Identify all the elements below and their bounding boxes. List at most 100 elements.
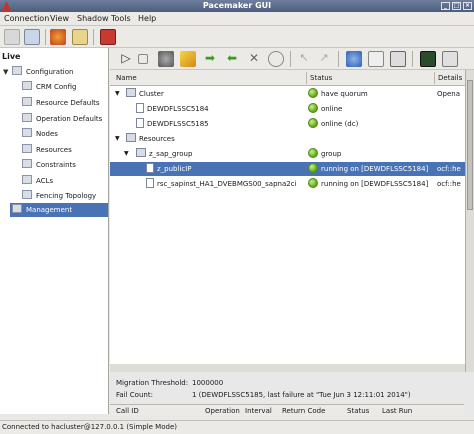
tree-header: Name Status Details: [110, 70, 465, 86]
sidebar: Live ▼ Configuration CRM Config Resource…: [0, 48, 109, 414]
column-call-id[interactable]: Call ID: [116, 407, 139, 415]
collapse-arrow-icon[interactable]: ▼: [3, 65, 8, 79]
acls-icon: [22, 175, 32, 184]
node-icon: [136, 118, 144, 128]
tree-row[interactable]: DEWDFLSSC5184 online: [110, 102, 465, 116]
menu-tools[interactable]: Tools: [111, 14, 131, 23]
migration-threshold-value: 1000000: [192, 379, 224, 387]
maximize-icon[interactable]: □: [452, 2, 461, 10]
column-interval[interactable]: Interval: [245, 407, 272, 415]
fencing-topology-icon: [22, 190, 32, 199]
xml-icon[interactable]: [420, 51, 436, 67]
connect-icon[interactable]: [4, 29, 20, 45]
refresh-icon[interactable]: [346, 51, 362, 67]
maintenance-icon[interactable]: ↖: [296, 51, 312, 67]
close-icon[interactable]: ×: [463, 2, 472, 10]
tree-row[interactable]: DEWDFLSSC5185 online (dc): [110, 117, 465, 131]
view-details-icon[interactable]: [390, 51, 406, 67]
status-bar: Connected to hacluster@127.0.0.1 (Simple…: [0, 420, 474, 434]
status-ok-icon: [308, 163, 318, 173]
sidebar-item-acls[interactable]: ACLs: [22, 174, 53, 188]
status-ok-icon: [308, 103, 318, 113]
disconnect-icon[interactable]: [24, 29, 40, 45]
expander-icon[interactable]: ▼: [115, 132, 120, 146]
sidebar-item-fencing-topology[interactable]: Fencing Topology: [22, 189, 96, 203]
column-status[interactable]: Status: [347, 407, 369, 415]
tree-row[interactable]: ▼ Cluster have quorum Opena: [110, 87, 465, 101]
status-ok-icon: [308, 148, 318, 158]
status-text: Connected to hacluster@127.0.0.1 (Simple…: [2, 423, 177, 431]
resource-defaults-icon: [22, 97, 32, 106]
column-details-header[interactable]: Details: [438, 74, 462, 82]
menu-view[interactable]: View: [50, 14, 69, 23]
edit-icon[interactable]: [72, 29, 88, 45]
tree-row[interactable]: ▼ Resources: [110, 132, 465, 146]
node-icon: [136, 103, 144, 113]
sidebar-item-nodes[interactable]: Nodes: [22, 127, 58, 141]
constraints-icon: [22, 159, 32, 168]
menu-bar: Connection View Shadow Tools Help: [0, 12, 474, 26]
fail-count-label: Fail Count:: [116, 391, 153, 399]
sidebar-item-management[interactable]: Management: [10, 203, 108, 217]
tree-row[interactable]: ▼ z_sap_group group: [110, 147, 465, 161]
edit-icon[interactable]: [442, 51, 458, 67]
expander-icon[interactable]: ▼: [124, 147, 129, 161]
sidebar-item-configuration[interactable]: ▼ Configuration: [3, 65, 73, 79]
sidebar-item-operation-defaults[interactable]: Operation Defaults: [22, 112, 102, 126]
resources-icon: [22, 144, 32, 153]
cluster-icon: [126, 88, 136, 97]
management-icon: [12, 204, 22, 213]
status-ok-icon: [308, 178, 318, 188]
resource-tree: Name Status Details ▼ Cluster have quoru…: [110, 70, 465, 372]
exit-icon[interactable]: [100, 29, 116, 45]
column-status-header[interactable]: Status: [310, 74, 332, 82]
group-icon: [136, 148, 146, 157]
sidebar-item-constraints[interactable]: Constraints: [22, 158, 76, 172]
menu-shadow[interactable]: Shadow: [77, 14, 109, 23]
minimize-icon[interactable]: _: [441, 2, 450, 10]
folder-icon: [126, 133, 136, 142]
standby-icon[interactable]: ↗: [316, 51, 332, 67]
status-ok-icon: [308, 88, 318, 98]
column-return-code[interactable]: Return Code: [282, 407, 325, 415]
migrate-icon[interactable]: [158, 51, 174, 67]
sidebar-item-resources[interactable]: Resources: [22, 143, 72, 157]
column-last-run[interactable]: Last Run: [382, 407, 412, 415]
menu-connection[interactable]: Connection: [4, 14, 49, 23]
sidebar-item-crm-config[interactable]: CRM Config: [22, 80, 76, 94]
crm-config-icon: [22, 81, 32, 90]
stop-icon[interactable]: [138, 54, 148, 64]
migration-threshold-label: Migration Threshold:: [116, 379, 189, 387]
unmove-icon[interactable]: ⬅: [224, 51, 240, 67]
status-ok-icon: [308, 118, 318, 128]
fail-count-value: 1 (DEWDFLSSC5185, last failure at "Tue J…: [192, 391, 411, 399]
sidebar-item-resource-defaults[interactable]: Resource Defaults: [22, 96, 100, 110]
horizontal-scrollbar[interactable]: [110, 364, 465, 372]
window-title: Pacemaker GUI: [202, 1, 272, 10]
delete-icon[interactable]: ✕: [246, 51, 262, 67]
title-bar: Pacemaker GUI _ □ ×: [0, 0, 474, 12]
management-toolbar: ▷ ➡ ⬅ ✕ ↖ ↗: [110, 48, 474, 70]
tree-row-selected[interactable]: z_publicIP running on [DEWDFLSSC5184] oc…: [110, 162, 465, 176]
cleanup-icon[interactable]: [180, 51, 196, 67]
cluster-icon[interactable]: [50, 29, 66, 45]
default-icon[interactable]: [268, 51, 284, 67]
sidebar-heading: Live: [2, 52, 21, 61]
expander-icon[interactable]: ▼: [115, 87, 120, 101]
menu-help[interactable]: Help: [138, 14, 156, 23]
scrollbar-thumb[interactable]: [467, 80, 473, 210]
column-name-header[interactable]: Name: [116, 74, 137, 82]
resource-icon: [146, 178, 154, 188]
details-pane: Migration Threshold: 1000000 Fail Count:…: [110, 376, 474, 416]
operation-defaults-icon: [22, 113, 32, 122]
move-icon[interactable]: ➡: [202, 51, 218, 67]
start-icon[interactable]: ▷: [118, 51, 134, 67]
vertical-scrollbar[interactable]: [465, 70, 474, 372]
configuration-icon: [12, 66, 22, 75]
column-operation[interactable]: Operation: [205, 407, 240, 415]
nodes-icon: [22, 128, 32, 137]
app-icon: [2, 1, 11, 11]
view-icon[interactable]: [368, 51, 384, 67]
tree-row[interactable]: rsc_sapinst_HA1_DVEBMGS00_sapna2ci runni…: [110, 177, 465, 191]
resource-icon: [146, 163, 154, 173]
